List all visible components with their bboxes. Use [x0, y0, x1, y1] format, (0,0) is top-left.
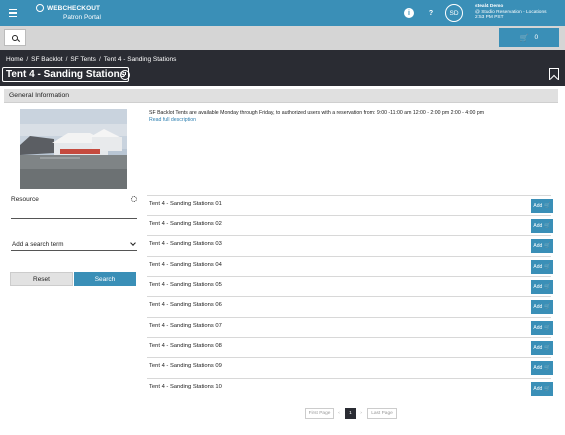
- cart-icon: 🛒: [544, 386, 551, 392]
- resource-input[interactable]: [11, 206, 137, 219]
- list-item: Tent 4 - Sanding Stations 05 Add 🛒: [147, 276, 553, 296]
- add-label: Add: [533, 345, 543, 351]
- reset-button[interactable]: Reset: [10, 272, 73, 286]
- cart-icon: 🛒: [544, 284, 551, 290]
- page-title: Tent 4 - Sanding Stations: [2, 67, 130, 82]
- panel-heading[interactable]: General Information: [4, 89, 558, 103]
- list-item: Tent 4 - Sanding Stations 08 Add 🛒: [147, 337, 553, 357]
- resource-filter-label: Resource: [11, 196, 39, 203]
- user-time: 2:53 PM PST: [475, 15, 504, 21]
- list-item: Tent 4 - Sanding Stations 06 Add 🛒: [147, 296, 553, 316]
- search-button[interactable]: [4, 29, 26, 46]
- read-full-description-link[interactable]: Read full description: [149, 117, 549, 124]
- add-label: Add: [533, 386, 543, 392]
- add-label: Add: [533, 304, 543, 310]
- next-page-button[interactable]: ›: [358, 408, 364, 419]
- add-label: Add: [533, 365, 543, 371]
- breadcrumb-home[interactable]: Home: [6, 56, 23, 63]
- resource-name[interactable]: Tent 4 - Sanding Stations 01: [149, 201, 222, 207]
- cart-icon: 🛒: [544, 264, 551, 270]
- user-info[interactable]: steal4 Demo @ Studio Reservation - Locat…: [475, 4, 547, 21]
- info-icon[interactable]: i: [404, 8, 414, 18]
- list-item: Tent 4 - Sanding Stations 01 Add 🛒: [147, 195, 553, 215]
- resource-description: SF Backlot Tents are available Monday th…: [149, 110, 549, 124]
- add-button[interactable]: Add 🛒: [531, 361, 553, 375]
- add-button[interactable]: Add 🛒: [531, 280, 553, 294]
- bookmark-icon[interactable]: [549, 68, 559, 80]
- avatar[interactable]: SD: [445, 4, 463, 22]
- add-button[interactable]: Add 🛒: [531, 219, 553, 233]
- resource-name[interactable]: Tent 4 - Sanding Stations 04: [149, 262, 222, 268]
- cart-icon: 🛒: [544, 223, 551, 229]
- cart-icon: 🛒: [544, 345, 551, 351]
- add-button[interactable]: Add 🛒: [531, 260, 553, 274]
- resource-name[interactable]: Tent 4 - Sanding Stations 06: [149, 302, 222, 308]
- cart-icon: 🛒: [544, 203, 551, 209]
- resource-name[interactable]: Tent 4 - Sanding Stations 03: [149, 241, 222, 247]
- list-item: Tent 4 - Sanding Stations 09 Add 🛒: [147, 357, 553, 377]
- cart-icon: 🛒: [519, 34, 529, 42]
- cart-icon: 🛒: [544, 365, 551, 371]
- resource-name[interactable]: Tent 4 - Sanding Stations 09: [149, 363, 222, 369]
- add-label: Add: [533, 264, 543, 270]
- add-button[interactable]: Add 🛒: [531, 239, 553, 253]
- brand-subtitle: Patron Portal: [63, 14, 101, 21]
- add-label: Add: [533, 325, 543, 331]
- add-button[interactable]: Add 🛒: [531, 341, 553, 355]
- menu-icon[interactable]: [6, 6, 20, 20]
- clock-icon[interactable]: [120, 70, 130, 80]
- add-button[interactable]: Add 🛒: [531, 199, 553, 213]
- resource-name[interactable]: Tent 4 - Sanding Stations 07: [149, 323, 222, 329]
- previous-page-button[interactable]: ‹: [336, 408, 342, 419]
- resource-name[interactable]: Tent 4 - Sanding Stations 05: [149, 282, 222, 288]
- search-submit-button[interactable]: Search: [74, 272, 136, 286]
- cart-icon: 🛒: [544, 325, 551, 331]
- search-icon: [12, 34, 18, 41]
- breadcrumb-separator: /: [26, 56, 29, 63]
- list-item: Tent 4 - Sanding Stations 10 Add 🛒: [147, 378, 553, 398]
- description-text: SF Backlot Tents are available Monday th…: [149, 110, 485, 116]
- resource-name[interactable]: Tent 4 - Sanding Stations 08: [149, 343, 222, 349]
- breadcrumb-sf-backlot[interactable]: SF Backlot: [31, 56, 62, 63]
- breadcrumb: Home / SF Backlot / SF Tents / Tent 4 - …: [6, 56, 176, 63]
- cart-icon: 🛒: [544, 304, 551, 310]
- add-label: Add: [533, 284, 543, 290]
- search-term-select[interactable]: Add a search term: [11, 238, 137, 251]
- add-button[interactable]: Add 🛒: [531, 382, 553, 396]
- current-page-button[interactable]: 1: [345, 408, 356, 419]
- list-item: Tent 4 - Sanding Stations 04 Add 🛒: [147, 256, 553, 276]
- page-header: Home / SF Backlot / SF Tents / Tent 4 - …: [0, 50, 565, 86]
- add-button[interactable]: Add 🛒: [531, 300, 553, 314]
- search-term-placeholder: Add a search term: [12, 241, 64, 248]
- help-icon[interactable]: ?: [426, 8, 436, 18]
- breadcrumb-separator: /: [65, 56, 68, 63]
- cart-button[interactable]: 🛒 0: [499, 28, 559, 47]
- search-toolbar: 🛒 0: [0, 26, 565, 50]
- settings-icon[interactable]: [131, 196, 137, 202]
- list-item: Tent 4 - Sanding Stations 02 Add 🛒: [147, 215, 553, 235]
- add-label: Add: [533, 203, 543, 209]
- breadcrumb-separator: /: [98, 56, 101, 63]
- resource-name[interactable]: Tent 4 - Sanding Stations 10: [149, 384, 222, 390]
- cart-count: 0: [534, 34, 539, 41]
- top-navbar: WEBCHECKOUT Patron Portal i ? SD steal4 …: [0, 0, 565, 26]
- list-item: Tent 4 - Sanding Stations 03 Add 🛒: [147, 235, 553, 255]
- last-page-button[interactable]: Last Page: [367, 408, 397, 419]
- cart-icon: 🛒: [544, 243, 551, 249]
- resource-name[interactable]: Tent 4 - Sanding Stations 02: [149, 221, 222, 227]
- first-page-button[interactable]: First Page: [305, 408, 334, 419]
- breadcrumb-current: Tent 4 - Sanding Stations: [103, 56, 177, 63]
- gear-logo-icon: [36, 4, 44, 12]
- list-item: Tent 4 - Sanding Stations 07 Add 🛒: [147, 317, 553, 337]
- resource-photo: [20, 109, 127, 189]
- brand-name: WEBCHECKOUT: [47, 4, 101, 12]
- breadcrumb-sf-tents[interactable]: SF Tents: [70, 56, 96, 63]
- brand-logo[interactable]: WEBCHECKOUT Patron Portal: [36, 4, 101, 21]
- add-button[interactable]: Add 🛒: [531, 321, 553, 335]
- chevron-down-icon: [130, 240, 136, 246]
- add-label: Add: [533, 223, 543, 229]
- add-label: Add: [533, 243, 543, 249]
